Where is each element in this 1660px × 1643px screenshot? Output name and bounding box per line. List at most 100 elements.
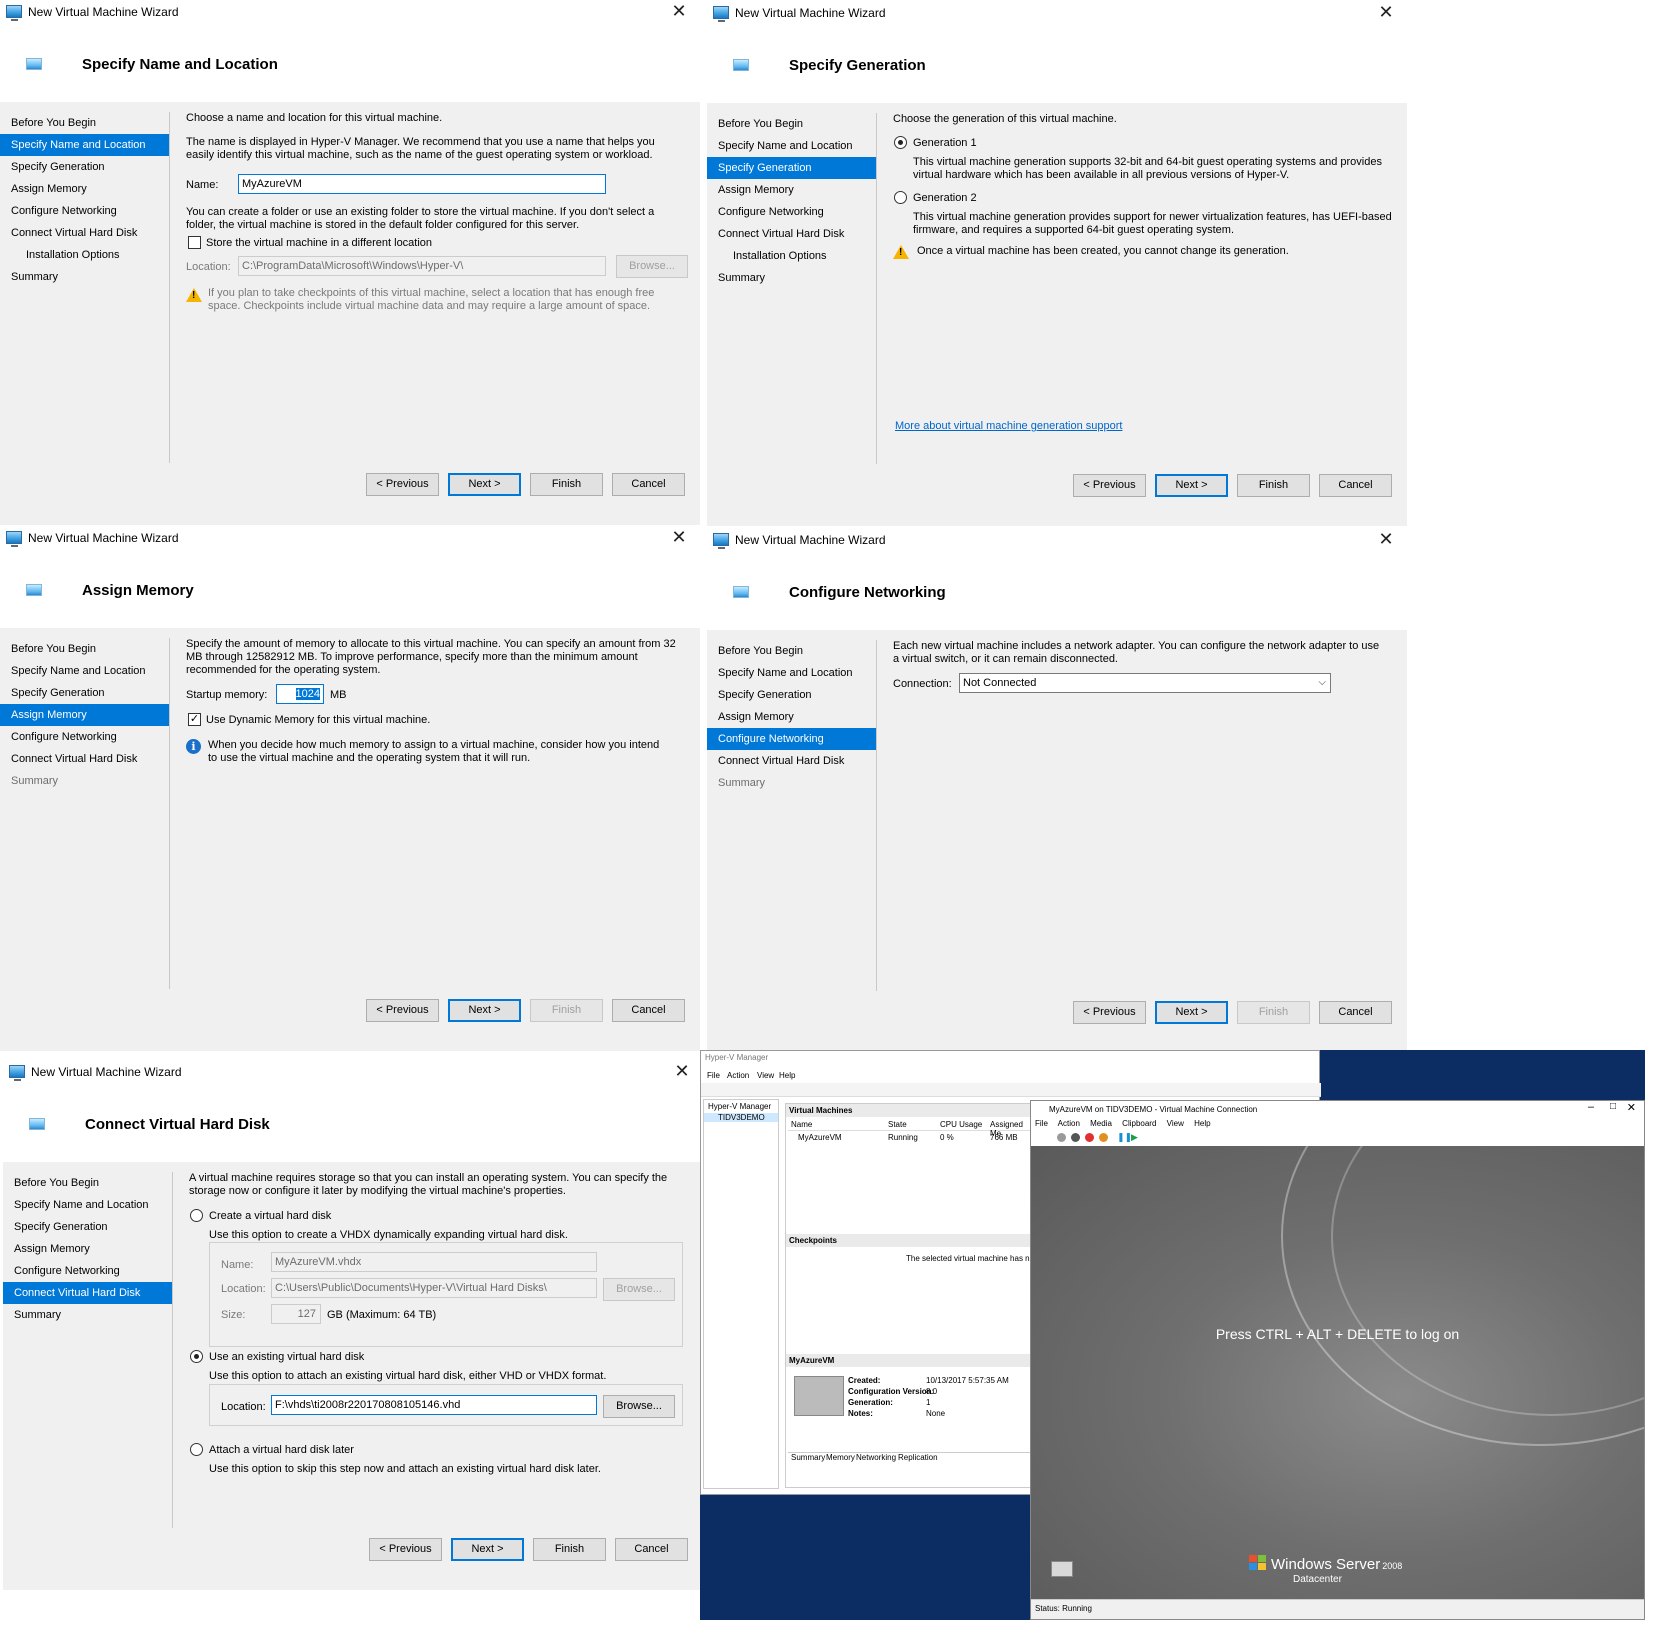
previous-button[interactable]: < Previous	[366, 999, 439, 1022]
ctrl-alt-del-icon[interactable]	[1057, 1133, 1066, 1142]
maximize-icon[interactable]: □	[1610, 1101, 1616, 1112]
menu-file[interactable]: File	[1035, 1119, 1048, 1128]
menu-file[interactable]: File	[707, 1071, 720, 1080]
pause-icon[interactable]: ❚❚	[1117, 1132, 1132, 1143]
finish-button[interactable]: Finish	[1237, 474, 1310, 497]
nav-configure-networking[interactable]: Configure Networking	[0, 200, 169, 222]
vhd-location-input[interactable]: C:\Users\Public\Documents\Hyper-V\Virtua…	[271, 1278, 597, 1298]
nav-before-you-begin[interactable]: Before You Begin	[707, 640, 876, 662]
nav-assign-memory[interactable]: Assign Memory	[707, 706, 876, 728]
nav-summary[interactable]: Summary	[0, 266, 169, 288]
attach-later-radio[interactable]	[190, 1443, 203, 1456]
tab-replication[interactable]: Replication	[898, 1453, 938, 1462]
nav-connect-disk[interactable]: Connect Virtual Hard Disk	[3, 1282, 172, 1304]
nav-connect-disk[interactable]: Connect Virtual Hard Disk	[707, 223, 876, 245]
nav-specify-generation[interactable]: Specify Generation	[0, 682, 169, 704]
next-button[interactable]: Next >	[448, 473, 521, 496]
shutdown-icon[interactable]	[1099, 1133, 1108, 1142]
tab-memory[interactable]: Memory	[826, 1453, 855, 1462]
vm-screen[interactable]: Press CTRL + ALT + DELETE to log on Wind…	[1031, 1146, 1644, 1599]
tab-summary[interactable]: Summary	[791, 1453, 825, 1462]
generation-2-radio[interactable]	[894, 191, 907, 204]
nav-before-you-begin[interactable]: Before You Begin	[707, 113, 876, 135]
cancel-button[interactable]: Cancel	[612, 473, 685, 496]
startup-memory-input[interactable]: 1024	[276, 684, 324, 704]
finish-button[interactable]: Finish	[1237, 1001, 1310, 1024]
vm-row[interactable]: MyAzureVM Running 0 % 766 MB	[788, 1133, 1034, 1144]
tab-networking[interactable]: Networking	[856, 1453, 896, 1462]
vhd-browse-button[interactable]: Browse...	[603, 1278, 675, 1301]
nav-installation-options[interactable]: Installation Options	[707, 245, 876, 267]
nav-configure-networking[interactable]: Configure Networking	[0, 726, 169, 748]
browse-button[interactable]: Browse...	[616, 255, 688, 278]
menu-action[interactable]: Action	[727, 1071, 749, 1080]
menu-action[interactable]: Action	[1058, 1119, 1080, 1128]
menu-view[interactable]: View	[1167, 1119, 1184, 1128]
nav-connect-disk[interactable]: Connect Virtual Hard Disk	[707, 750, 876, 772]
nav-specify-generation[interactable]: Specify Generation	[0, 156, 169, 178]
nav-assign-memory[interactable]: Assign Memory	[0, 178, 169, 200]
close-icon[interactable]: ✕	[667, 1060, 697, 1086]
turn-off-icon[interactable]	[1085, 1133, 1094, 1142]
dynamic-memory-checkbox[interactable]: ✓	[188, 713, 201, 726]
previous-button[interactable]: < Previous	[1073, 474, 1146, 497]
generation-support-link[interactable]: More about virtual machine generation su…	[895, 420, 1122, 432]
close-icon[interactable]: ✕	[1371, 1, 1401, 27]
nav-configure-networking[interactable]: Configure Networking	[3, 1260, 172, 1282]
vhd-size-input[interactable]: 127	[271, 1304, 321, 1324]
tree-host[interactable]: TIDV3DEMO	[704, 1113, 778, 1122]
close-icon[interactable]: ✕	[664, 526, 694, 552]
cancel-button[interactable]: Cancel	[1319, 1001, 1392, 1024]
nav-configure-networking[interactable]: Configure Networking	[707, 728, 876, 750]
nav-before-you-begin[interactable]: Before You Begin	[0, 638, 169, 660]
minimize-icon[interactable]: –	[1588, 1101, 1594, 1113]
nav-specify-generation[interactable]: Specify Generation	[707, 157, 876, 179]
close-icon[interactable]: ✕	[1627, 1101, 1636, 1114]
cancel-button[interactable]: Cancel	[1319, 474, 1392, 497]
nav-configure-networking[interactable]: Configure Networking	[707, 201, 876, 223]
col-cpu[interactable]: CPU Usage	[940, 1120, 982, 1129]
existing-disk-radio[interactable]	[190, 1350, 203, 1363]
menu-view[interactable]: View	[757, 1071, 774, 1080]
nav-specify-name[interactable]: Specify Name and Location	[707, 135, 876, 157]
nav-summary[interactable]: Summary	[707, 772, 876, 794]
menu-help[interactable]: Help	[1194, 1119, 1210, 1128]
nav-specify-generation[interactable]: Specify Generation	[707, 684, 876, 706]
nav-before-you-begin[interactable]: Before You Begin	[0, 112, 169, 134]
nav-summary[interactable]: Summary	[0, 770, 169, 792]
previous-button[interactable]: < Previous	[366, 473, 439, 496]
nav-assign-memory[interactable]: Assign Memory	[0, 704, 169, 726]
menu-clipboard[interactable]: Clipboard	[1122, 1119, 1156, 1128]
menu-help[interactable]: Help	[779, 1071, 795, 1080]
tree-root[interactable]: Hyper-V Manager	[704, 1100, 778, 1113]
accessibility-icon[interactable]	[1051, 1561, 1073, 1577]
menu-media[interactable]: Media	[1090, 1119, 1112, 1128]
location-input[interactable]: C:\ProgramData\Microsoft\Windows\Hyper-V…	[238, 256, 606, 276]
nav-summary[interactable]: Summary	[707, 267, 876, 289]
create-disk-radio[interactable]	[190, 1209, 203, 1222]
nav-specify-name[interactable]: Specify Name and Location	[707, 662, 876, 684]
cancel-button[interactable]: Cancel	[615, 1538, 688, 1561]
nav-specify-name[interactable]: Specify Name and Location	[0, 134, 169, 156]
nav-assign-memory[interactable]: Assign Memory	[3, 1238, 172, 1260]
connection-dropdown[interactable]: Not Connected ⌵	[959, 673, 1331, 693]
nav-specify-generation[interactable]: Specify Generation	[3, 1216, 172, 1238]
nav-specify-name[interactable]: Specify Name and Location	[0, 660, 169, 682]
existing-location-input[interactable]: F:\vhds\ti2008r220170808105146.vhd	[271, 1395, 597, 1415]
nav-specify-name[interactable]: Specify Name and Location	[3, 1194, 172, 1216]
nav-installation-options[interactable]: Installation Options	[0, 244, 169, 266]
resume-icon[interactable]: ▶	[1131, 1132, 1138, 1143]
generation-1-radio[interactable]	[894, 136, 907, 149]
previous-button[interactable]: < Previous	[1073, 1001, 1146, 1024]
next-button[interactable]: Next >	[1155, 1001, 1228, 1024]
nav-connect-disk[interactable]: Connect Virtual Hard Disk	[0, 222, 169, 244]
name-input[interactable]: MyAzureVM	[238, 174, 606, 194]
nav-summary[interactable]: Summary	[3, 1304, 172, 1326]
finish-button[interactable]: Finish	[533, 1538, 606, 1561]
close-icon[interactable]: ✕	[1371, 528, 1401, 554]
vhd-name-input[interactable]: MyAzureVM.vhdx	[271, 1252, 597, 1272]
previous-button[interactable]: < Previous	[369, 1538, 442, 1561]
nav-assign-memory[interactable]: Assign Memory	[707, 179, 876, 201]
store-location-checkbox[interactable]	[188, 236, 201, 249]
finish-button[interactable]: Finish	[530, 473, 603, 496]
